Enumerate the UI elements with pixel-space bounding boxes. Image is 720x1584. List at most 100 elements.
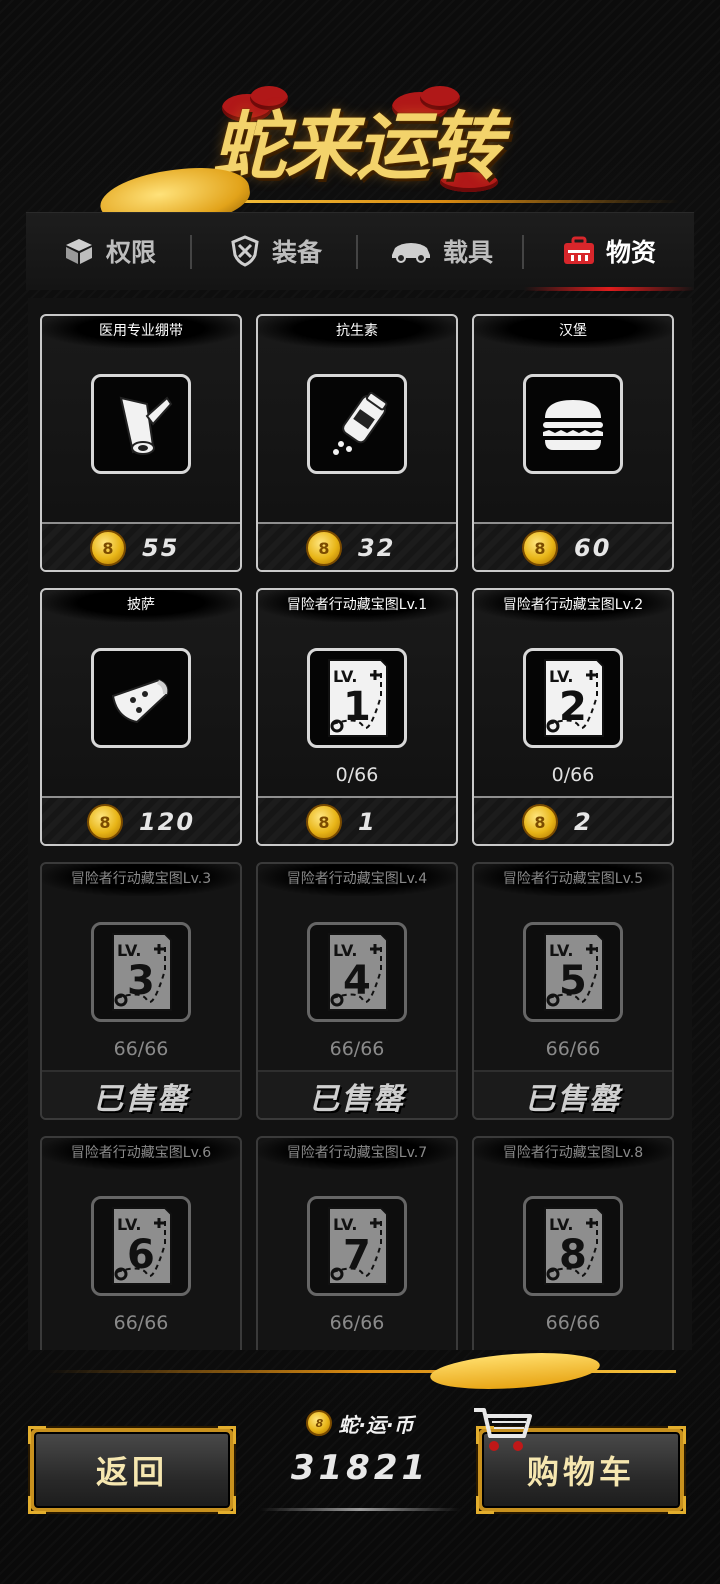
tab-label: 载具 xyxy=(442,238,493,267)
map-level-number: 3 xyxy=(127,958,155,1004)
stock-count: 66/66 xyxy=(545,1038,601,1060)
shop-item-bandage[interactable]: 医用专业绷带 8 55 xyxy=(40,314,242,572)
stock-count: 66/66 xyxy=(329,1312,385,1334)
item-name: 冒险者行动藏宝图Lv.2 xyxy=(474,590,672,622)
item-grid: 医用专业绷带 8 55 抗生素 8 32 汉堡 8 60 披萨 8 120 冒险… xyxy=(28,298,692,1350)
coin-icon: 8 xyxy=(522,804,558,840)
treasure-map-icon: LV. 7 xyxy=(307,1196,407,1296)
tab-label: 权限 xyxy=(105,238,156,267)
coin-icon: 8 xyxy=(86,804,123,840)
treasure-map-icon: LV. 4 xyxy=(307,922,407,1022)
item-name: 冒险者行动藏宝图Lv.7 xyxy=(258,1138,456,1170)
box-icon xyxy=(62,234,96,268)
shop-item-treasure-map-lv3[interactable]: 冒险者行动藏宝图Lv.3 LV. 3 66/66 已售罄 xyxy=(40,862,242,1120)
pizza-icon xyxy=(91,648,191,748)
treasure-map-icon: LV. 6 xyxy=(91,1196,191,1296)
cart-button-label: 购物车 xyxy=(526,1453,635,1491)
sold-out-label: 已售罄 xyxy=(474,1070,672,1118)
back-button[interactable]: 返回 xyxy=(28,1426,236,1514)
currency-underline xyxy=(260,1508,460,1511)
item-name: 冒险者行动藏宝图Lv.8 xyxy=(474,1138,672,1170)
pill-bottle-icon xyxy=(307,374,407,474)
item-name: 冒险者行动藏宝图Lv.5 xyxy=(474,864,672,896)
item-name: 冒险者行动藏宝图Lv.6 xyxy=(42,1138,240,1170)
shop-item-treasure-map-lv2[interactable]: 冒险者行动藏宝图Lv.2 LV. 2 0/66 8 2 xyxy=(472,588,674,846)
page-title: 蛇来运转 xyxy=(212,104,502,190)
item-price: 55 xyxy=(142,534,180,562)
shop-item-pizza[interactable]: 披萨 8 120 xyxy=(40,588,242,846)
shop-item-treasure-map-lv6[interactable]: 冒险者行动藏宝图Lv.6 LV. 6 66/66 xyxy=(40,1136,242,1350)
tab-label: 物资 xyxy=(605,238,656,267)
tab-supplies[interactable]: 物资 xyxy=(524,213,694,291)
sold-out-label: 已售罄 xyxy=(258,1070,456,1118)
item-name: 医用专业绷带 xyxy=(42,316,240,348)
stock-count: 66/66 xyxy=(113,1038,169,1060)
map-level-number: 1 xyxy=(343,684,371,730)
shop-item-treasure-map-lv1[interactable]: 冒险者行动藏宝图Lv.1 LV. 1 0/66 8 1 xyxy=(256,588,458,846)
medkit-icon xyxy=(562,234,596,268)
shop-item-treasure-map-lv8[interactable]: 冒险者行动藏宝图Lv.8 LV. 8 66/66 xyxy=(472,1136,674,1350)
coin-icon: 8 xyxy=(306,530,342,566)
stock-count: 0/66 xyxy=(335,764,379,786)
map-level-number: 5 xyxy=(559,958,587,1004)
treasure-map-icon: LV. 1 xyxy=(307,648,407,748)
shield-icon xyxy=(228,234,262,268)
treasure-map-icon: LV. 2 xyxy=(523,648,623,748)
item-name: 冒险者行动藏宝图Lv.1 xyxy=(258,590,456,622)
tab-vehicles[interactable]: 载具 xyxy=(358,213,524,289)
currency-label-row: 8 蛇·运·币 xyxy=(250,1406,470,1440)
title-underline xyxy=(210,200,680,203)
item-name: 汉堡 xyxy=(474,316,672,348)
price-bar: 8 55 xyxy=(42,522,240,570)
coin-icon: 8 xyxy=(522,530,558,566)
item-name: 冒险者行动藏宝图Lv.4 xyxy=(258,864,456,896)
shop-item-treasure-map-lv4[interactable]: 冒险者行动藏宝图Lv.4 LV. 4 66/66 已售罄 xyxy=(256,862,458,1120)
shop-item-treasure-map-lv7[interactable]: 冒险者行动藏宝图Lv.7 LV. 7 66/66 xyxy=(256,1136,458,1350)
treasure-map-icon: LV. 8 xyxy=(523,1196,623,1296)
map-level-number: 4 xyxy=(343,958,371,1004)
shop-item-treasure-map-lv5[interactable]: 冒险者行动藏宝图Lv.5 LV. 5 66/66 已售罄 xyxy=(472,862,674,1120)
currency-label: 蛇·运·币 xyxy=(338,1412,414,1437)
currency-balance: 31821 xyxy=(290,1448,430,1488)
map-level-number: 7 xyxy=(343,1232,371,1278)
map-level-number: 8 xyxy=(559,1232,587,1278)
currency-display: 8 蛇·运·币 31821 xyxy=(250,1406,470,1516)
treasure-map-icon: LV. 5 xyxy=(523,922,623,1022)
title-banner: 蛇来运转 xyxy=(0,80,720,210)
shopping-cart-icon xyxy=(474,1408,532,1451)
tab-label: 装备 xyxy=(271,238,322,267)
item-name: 冒险者行动藏宝图Lv.3 xyxy=(42,864,240,896)
item-name: 抗生素 xyxy=(258,316,456,348)
back-button-label: 返回 xyxy=(95,1453,168,1491)
item-price: 32 xyxy=(358,534,396,562)
map-level-number: 2 xyxy=(559,684,587,730)
car-icon xyxy=(389,234,433,268)
price-bar: 8 60 xyxy=(474,522,672,570)
treasure-map-icon: LV. 3 xyxy=(91,922,191,1022)
stock-count: 0/66 xyxy=(551,764,595,786)
item-price: 60 xyxy=(574,534,612,562)
shop-item-antibiotic[interactable]: 抗生素 8 32 xyxy=(256,314,458,572)
tab-equipment[interactable]: 装备 xyxy=(192,213,358,289)
price-bar: 8 120 xyxy=(42,796,240,844)
coin-icon: 8 xyxy=(306,1410,333,1436)
price-bar: 8 1 xyxy=(258,796,456,844)
shop-item-burger[interactable]: 汉堡 8 60 xyxy=(472,314,674,572)
price-bar: 8 32 xyxy=(258,522,456,570)
tab-bar: 权限 装备 载具 物资 xyxy=(26,212,694,291)
burger-icon xyxy=(523,374,623,474)
stock-count: 66/66 xyxy=(329,1038,385,1060)
map-level-number: 6 xyxy=(127,1232,155,1278)
bandage-icon xyxy=(91,374,191,474)
item-price: 2 xyxy=(574,808,593,836)
coin-icon: 8 xyxy=(306,804,342,840)
stock-count: 66/66 xyxy=(113,1312,169,1334)
item-price: 120 xyxy=(138,808,196,836)
sold-out-label: 已售罄 xyxy=(42,1070,240,1118)
price-bar: 8 2 xyxy=(474,796,672,844)
tab-permissions[interactable]: 权限 xyxy=(26,213,192,289)
coin-icon: 8 xyxy=(90,530,126,566)
stock-count: 66/66 xyxy=(545,1312,601,1334)
item-price: 1 xyxy=(358,808,377,836)
item-name: 披萨 xyxy=(42,590,240,622)
